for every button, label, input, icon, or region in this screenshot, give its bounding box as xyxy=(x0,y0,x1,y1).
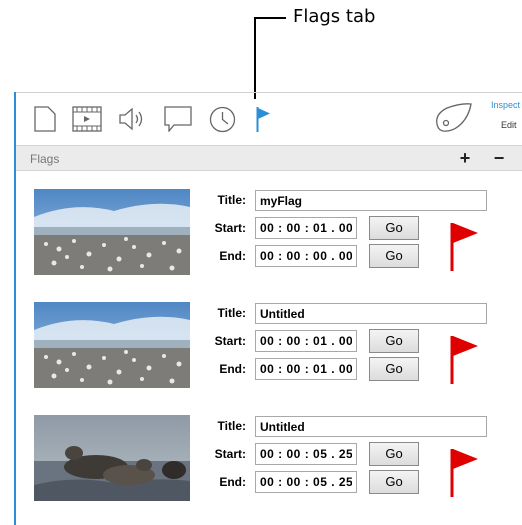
end-label: End: xyxy=(219,249,246,263)
end-label: End: xyxy=(219,362,246,376)
edit-link[interactable]: Edit xyxy=(501,120,517,130)
comment-icon[interactable] xyxy=(164,106,192,137)
red-flag-icon xyxy=(450,334,480,389)
flag-thumbnail xyxy=(34,189,190,275)
red-flag-icon xyxy=(450,447,480,502)
film-icon[interactable] xyxy=(72,106,102,137)
callout-line xyxy=(254,17,286,19)
document-icon[interactable] xyxy=(34,106,56,137)
go-end-button[interactable]: Go xyxy=(369,244,419,268)
flag-row: Title: Start: Go End: Go xyxy=(16,189,522,294)
title-field[interactable] xyxy=(255,416,487,437)
start-time-field[interactable] xyxy=(255,217,357,239)
go-start-button[interactable]: Go xyxy=(369,442,419,466)
red-flag-icon xyxy=(450,221,480,276)
start-label: Start: xyxy=(214,221,246,235)
go-end-button[interactable]: Go xyxy=(369,470,419,494)
end-time-field[interactable] xyxy=(255,358,357,380)
clock-icon[interactable] xyxy=(209,106,236,138)
remove-flag-button[interactable]: − xyxy=(490,147,508,169)
go-start-button[interactable]: Go xyxy=(369,216,419,240)
end-time-field[interactable] xyxy=(255,471,357,493)
audio-icon[interactable] xyxy=(118,106,148,137)
inspect-link[interactable]: Inspect xyxy=(491,100,520,110)
flags-header: Flags + − xyxy=(16,145,522,171)
inspect-icon[interactable] xyxy=(433,102,473,141)
title-field[interactable] xyxy=(255,303,487,324)
flag-thumbnail xyxy=(34,415,190,501)
inspector-panel: Inspect Edit Flags + − Title: Start: xyxy=(14,92,522,525)
flags-title: Flags xyxy=(30,152,60,166)
flag-row: Title: Start: Go End: Go xyxy=(16,415,522,520)
end-time-field[interactable] xyxy=(255,245,357,267)
toolbar: Inspect Edit xyxy=(16,92,522,144)
go-start-button[interactable]: Go xyxy=(369,329,419,353)
title-field[interactable] xyxy=(255,190,487,211)
flag-row: Title: Start: Go End: Go xyxy=(16,302,522,407)
add-flag-button[interactable]: + xyxy=(456,147,474,169)
start-label: Start: xyxy=(214,334,246,348)
flag-thumbnail xyxy=(34,302,190,388)
title-label: Title: xyxy=(217,306,246,320)
go-end-button[interactable]: Go xyxy=(369,357,419,381)
start-time-field[interactable] xyxy=(255,443,357,465)
title-label: Title: xyxy=(217,419,246,433)
title-label: Title: xyxy=(217,193,246,207)
end-label: End: xyxy=(219,475,246,489)
flag-tab-icon[interactable] xyxy=(256,106,272,138)
start-time-field[interactable] xyxy=(255,330,357,352)
callout-label: Flags tab xyxy=(293,6,376,27)
start-label: Start: xyxy=(214,447,246,461)
callout-pointer xyxy=(254,17,256,99)
